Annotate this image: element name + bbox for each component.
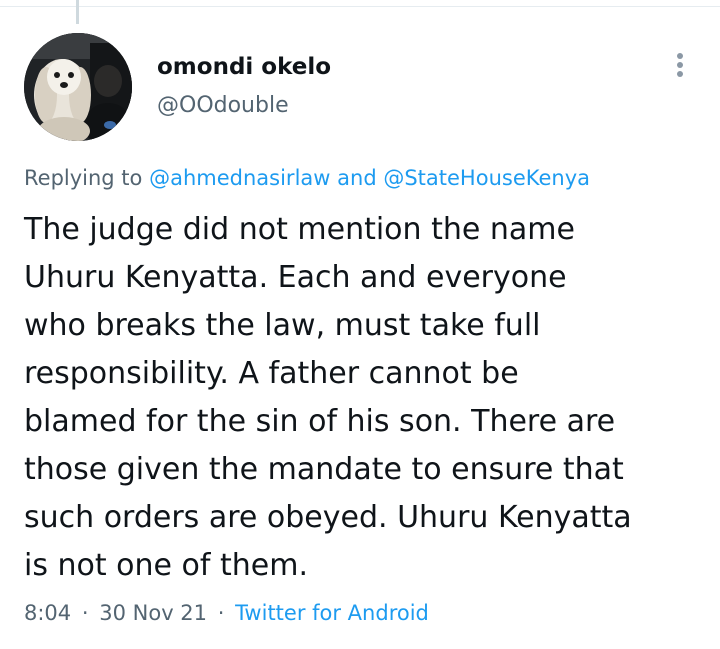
replying-to-prefix: Replying to <box>24 166 143 190</box>
top-divider <box>0 6 720 7</box>
tweet-date[interactable]: 30 Nov 21 <box>99 601 207 625</box>
tweet-metadata: 8:04 · 30 Nov 21 · Twitter for Android <box>24 598 429 628</box>
meta-separator: · <box>217 601 225 625</box>
author-handle[interactable]: @OOdouble <box>157 92 331 120</box>
avatar-photo <box>24 33 132 141</box>
mention-ahmednasirlaw[interactable]: @ahmednasirlaw <box>149 166 330 190</box>
mention-statehousekenya[interactable]: @StateHouseKenya <box>383 166 590 190</box>
author-display-name[interactable]: omondi okelo <box>157 52 331 82</box>
tweet-source[interactable]: Twitter for Android <box>235 601 429 625</box>
more-options-icon <box>677 53 683 59</box>
tweet-text: The judge did not mention the name Uhuru… <box>24 212 632 583</box>
more-options-icon <box>677 62 683 68</box>
mention-conjunction[interactable]: and <box>337 166 377 190</box>
author-info[interactable]: omondi okelo @OOdouble <box>157 52 331 120</box>
thread-connector-line <box>76 0 79 24</box>
replying-to: Replying to @ahmednasirlaw and @StateHou… <box>24 163 590 193</box>
more-options-button[interactable] <box>664 47 696 83</box>
more-options-icon <box>677 71 683 77</box>
tweet-time[interactable]: 8:04 <box>24 601 71 625</box>
avatar[interactable] <box>24 33 132 141</box>
meta-separator: · <box>81 601 89 625</box>
